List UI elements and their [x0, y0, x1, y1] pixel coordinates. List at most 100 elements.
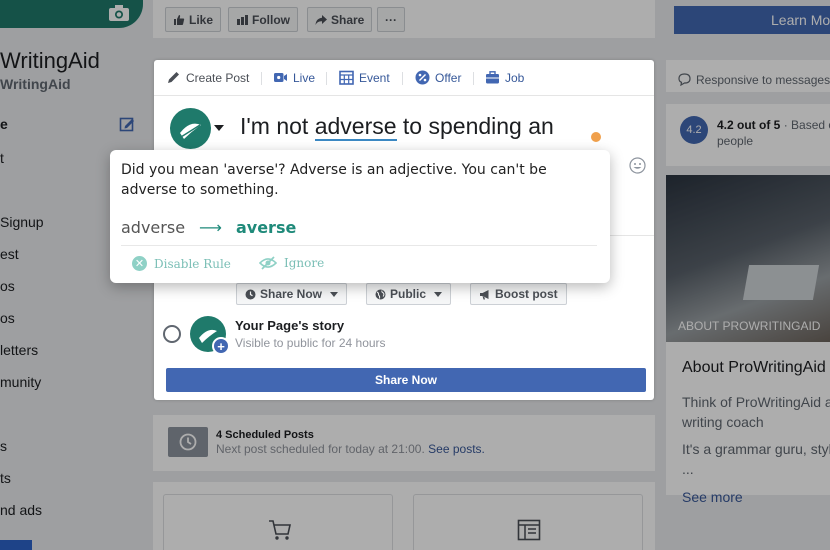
- follow-button[interactable]: Follow: [228, 7, 298, 32]
- see-more-link[interactable]: See more: [682, 489, 743, 505]
- post-text-before: I'm not: [240, 113, 315, 139]
- briefcase-icon: [486, 71, 499, 84]
- tab-live[interactable]: Live: [273, 70, 315, 85]
- boost-post-label: Boost post: [495, 287, 558, 301]
- scheduled-subtitle: Next post scheduled for today at 21:00. …: [216, 442, 485, 456]
- thumbs-up-icon: [174, 14, 185, 25]
- shop-tile[interactable]: [163, 494, 393, 550]
- megaphone-icon: [480, 289, 489, 299]
- rating-card: 4.2 4.2 out of 5 · Based o people: [666, 104, 830, 166]
- audience-dropdown[interactable]: Public: [366, 283, 452, 305]
- tab-create-post-label: Create Post: [186, 70, 250, 85]
- page-name: WritingAid: [0, 48, 100, 73]
- clock-small-icon: [245, 289, 256, 299]
- calendar-icon: [339, 70, 354, 85]
- camera-icon[interactable]: [108, 4, 130, 22]
- globe-icon: [375, 289, 386, 299]
- share-now-button[interactable]: Share Now: [166, 368, 646, 392]
- disable-rule-button[interactable]: ✕ Disable Rule: [132, 256, 231, 271]
- responsiveness-card: Responsive to messages: [666, 60, 830, 92]
- more-label: ···: [385, 12, 397, 27]
- learn-more-button[interactable]: Learn Mo: [674, 6, 830, 34]
- prowritingaid-status-dot[interactable]: [591, 132, 601, 142]
- tab-job-label: Job: [505, 70, 525, 85]
- composer-tabs: Create Post Live Event Offer Job: [154, 60, 654, 96]
- suggested-word[interactable]: averse: [236, 218, 296, 237]
- tab-divider: [402, 72, 403, 85]
- rating-text: 4.2 out of 5 · Based o people: [717, 117, 830, 149]
- eye-off-icon: [259, 256, 277, 270]
- sidebar-item[interactable]: ts: [0, 470, 11, 486]
- ignore-button[interactable]: Ignore: [259, 256, 324, 270]
- share-button[interactable]: Share: [307, 7, 373, 32]
- page-handle[interactable]: WritingAid: [0, 76, 71, 92]
- flagged-word[interactable]: adverse: [314, 113, 397, 141]
- see-posts-link[interactable]: See posts.: [428, 442, 485, 456]
- page-avatar[interactable]: [170, 108, 211, 149]
- arrow-right-icon: ⟶: [199, 218, 222, 237]
- message-icon: [678, 73, 691, 86]
- scheduled-subtitle-text: Next post scheduled for today at 21:00.: [216, 442, 425, 456]
- disable-rule-label: Disable Rule: [154, 256, 231, 271]
- layout-icon: [517, 519, 541, 541]
- popup-divider: [121, 245, 597, 246]
- ignore-label: Ignore: [284, 256, 325, 270]
- share-now-option-label: Share Now: [260, 287, 323, 301]
- sidebar-item-home[interactable]: e: [0, 116, 8, 132]
- sidebar-item[interactable]: letters: [0, 342, 38, 358]
- edit-icon[interactable]: [119, 116, 135, 132]
- grammar-suggestion-popup: Did you mean 'averse'? Adverse is an adj…: [110, 150, 610, 283]
- rating-value: 4.2 out of 5: [717, 118, 781, 132]
- about-text-1-line2: writing coach: [682, 414, 764, 430]
- chevron-down-icon: [330, 291, 339, 297]
- tools-card: [153, 482, 655, 550]
- scheduled-posts-card: 4 Scheduled Posts Next post scheduled fo…: [153, 415, 655, 471]
- sidebar-item[interactable]: os: [0, 278, 15, 294]
- follow-label: Follow: [252, 12, 290, 27]
- promote-button[interactable]: [0, 540, 32, 550]
- story-radio[interactable]: [163, 325, 181, 343]
- tab-offer-label: Offer: [435, 70, 462, 85]
- emoji-icon[interactable]: [629, 157, 646, 174]
- sidebar-item[interactable]: os: [0, 310, 15, 326]
- boost-post-button[interactable]: Boost post: [470, 283, 567, 305]
- story-subtitle: Visible to public for 24 hours: [235, 336, 386, 350]
- tab-create-post[interactable]: Create Post: [166, 70, 249, 85]
- tab-divider: [261, 72, 262, 85]
- about-caption: ABOUT PROWRITINGAID: [678, 319, 821, 333]
- about-title[interactable]: About ProWritingAid: [682, 359, 826, 377]
- chevron-down-icon[interactable]: [214, 125, 224, 131]
- about-text-1-line1: Think of ProWritingAid a: [682, 394, 830, 410]
- sidebar-item[interactable]: munity: [0, 374, 41, 390]
- add-story-icon: +: [212, 337, 230, 355]
- tab-divider: [326, 72, 327, 85]
- tab-live-label: Live: [293, 70, 316, 85]
- sidebar-item[interactable]: t: [0, 150, 4, 166]
- follow-icon: [237, 14, 248, 25]
- share-label: Share: [331, 12, 365, 27]
- pencil-icon: [168, 72, 179, 83]
- about-photo[interactable]: ABOUT PROWRITINGAID: [666, 175, 830, 342]
- sidebar-item[interactable]: Signup: [0, 214, 44, 230]
- like-button[interactable]: Like: [165, 7, 222, 32]
- like-label: Like: [189, 12, 214, 27]
- share-now-dropdown[interactable]: Share Now: [236, 283, 348, 305]
- about-text-2: It's a grammar guru, styl ...: [682, 439, 830, 479]
- tab-event[interactable]: Event: [339, 70, 390, 85]
- post-text-input[interactable]: I'm not adverse to spending an: [240, 113, 554, 141]
- tab-offer[interactable]: Offer: [415, 70, 461, 85]
- percent-icon: [415, 70, 430, 85]
- about-text-1: Think of ProWritingAid a writing coach: [682, 392, 830, 432]
- tab-divider: [473, 72, 474, 85]
- laptop-image: [742, 265, 820, 300]
- services-tile[interactable]: [413, 494, 643, 550]
- sidebar-item[interactable]: nd ads: [0, 502, 42, 518]
- sidebar-item[interactable]: s: [0, 438, 7, 454]
- tab-job[interactable]: Job: [485, 70, 524, 85]
- share-icon: [315, 14, 327, 25]
- chevron-down-icon: [434, 291, 443, 297]
- sidebar-item[interactable]: est: [0, 246, 19, 262]
- about-text-2-ellipsis: ...: [682, 461, 694, 477]
- about-text-2-line1: It's a grammar guru, styl: [682, 441, 830, 457]
- more-button[interactable]: ···: [377, 7, 405, 32]
